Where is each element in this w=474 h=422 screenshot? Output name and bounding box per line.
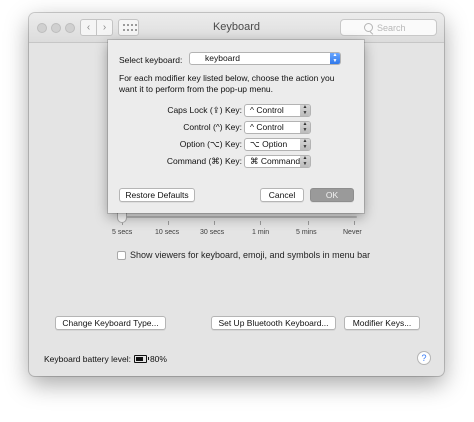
show-viewers-label: Show viewers for keyboard, emoji, and sy…	[130, 250, 371, 260]
option-popup[interactable]: ⌥ Option ▲ ▼	[244, 138, 311, 151]
battery-icon	[133, 355, 149, 363]
caps-lock-label: Caps Lock (⇪) Key:	[167, 105, 242, 115]
modifier-keys-sheet: Select keyboard: keyboard ▲ ▼ For each mo…	[108, 40, 364, 213]
modifier-keys-button[interactable]: Modifier Keys...	[344, 316, 420, 330]
description-line: want it to perform from the pop-up menu.	[119, 84, 274, 94]
search-icon	[364, 23, 373, 32]
popup-arrows-icon: ▲ ▼	[300, 138, 310, 150]
show-viewers-checkbox[interactable]	[117, 251, 126, 260]
command-value: ⌘ Command	[250, 156, 301, 166]
help-icon: ?	[421, 353, 427, 363]
option-label: Option (⌥) Key:	[179, 139, 242, 149]
slider-tick	[214, 221, 215, 225]
slider-label: 5 secs	[112, 229, 133, 236]
set-up-bluetooth-keyboard-button[interactable]: Set Up Bluetooth Keyboard...	[211, 316, 336, 330]
battery-level: Keyboard battery level: 80%	[44, 354, 167, 364]
slider-label: 30 secs	[200, 229, 225, 236]
slider-label: Never	[343, 229, 362, 236]
slider-label: 10 secs	[155, 229, 180, 236]
ok-button[interactable]: OK	[310, 188, 354, 202]
help-button[interactable]: ?	[417, 351, 431, 365]
slider-tick	[260, 221, 261, 225]
delay-slider-track[interactable]	[121, 216, 357, 218]
keyboard-preferences-window: ‹ › Keyboard Search 5 secs 10 secs 30 se…	[29, 13, 444, 376]
description-line: For each modifier key listed below, choo…	[119, 73, 335, 83]
search-field[interactable]: Search	[340, 19, 437, 36]
control-label: Control (^) Key:	[183, 122, 242, 132]
caps-lock-value: ^ Control	[250, 105, 284, 115]
select-keyboard-popup[interactable]: keyboard ▲ ▼	[189, 52, 341, 65]
popup-arrows-icon: ▲ ▼	[300, 104, 310, 116]
slider-label: 5 mins	[296, 229, 317, 236]
restore-defaults-button[interactable]: Restore Defaults	[119, 188, 195, 202]
battery-label: Keyboard battery level:	[44, 354, 131, 364]
control-value: ^ Control	[250, 122, 284, 132]
battery-value: 80%	[149, 354, 167, 364]
popup-arrows-icon: ▲ ▼	[300, 155, 310, 167]
title-bar: ‹ › Keyboard Search	[29, 13, 444, 43]
popup-arrows-icon: ▲ ▼	[330, 52, 340, 64]
command-popup[interactable]: ⌘ Command ▲ ▼	[244, 155, 311, 168]
control-popup[interactable]: ^ Control ▲ ▼	[244, 121, 311, 134]
caps-lock-popup[interactable]: ^ Control ▲ ▼	[244, 104, 311, 117]
select-keyboard-label: Select keyboard:	[119, 55, 183, 65]
slider-label: 1 min	[252, 229, 270, 236]
cancel-button[interactable]: Cancel	[260, 188, 304, 202]
slider-tick	[168, 221, 169, 225]
search-placeholder: Search	[377, 23, 406, 33]
popup-arrows-icon: ▲ ▼	[300, 121, 310, 133]
command-label: Command (⌘) Key:	[166, 156, 242, 166]
slider-tick	[308, 221, 309, 225]
selected-keyboard: keyboard	[205, 53, 240, 63]
change-keyboard-type-button[interactable]: Change Keyboard Type...	[55, 316, 166, 330]
slider-tick	[354, 221, 355, 225]
option-value: ⌥ Option	[250, 139, 288, 149]
